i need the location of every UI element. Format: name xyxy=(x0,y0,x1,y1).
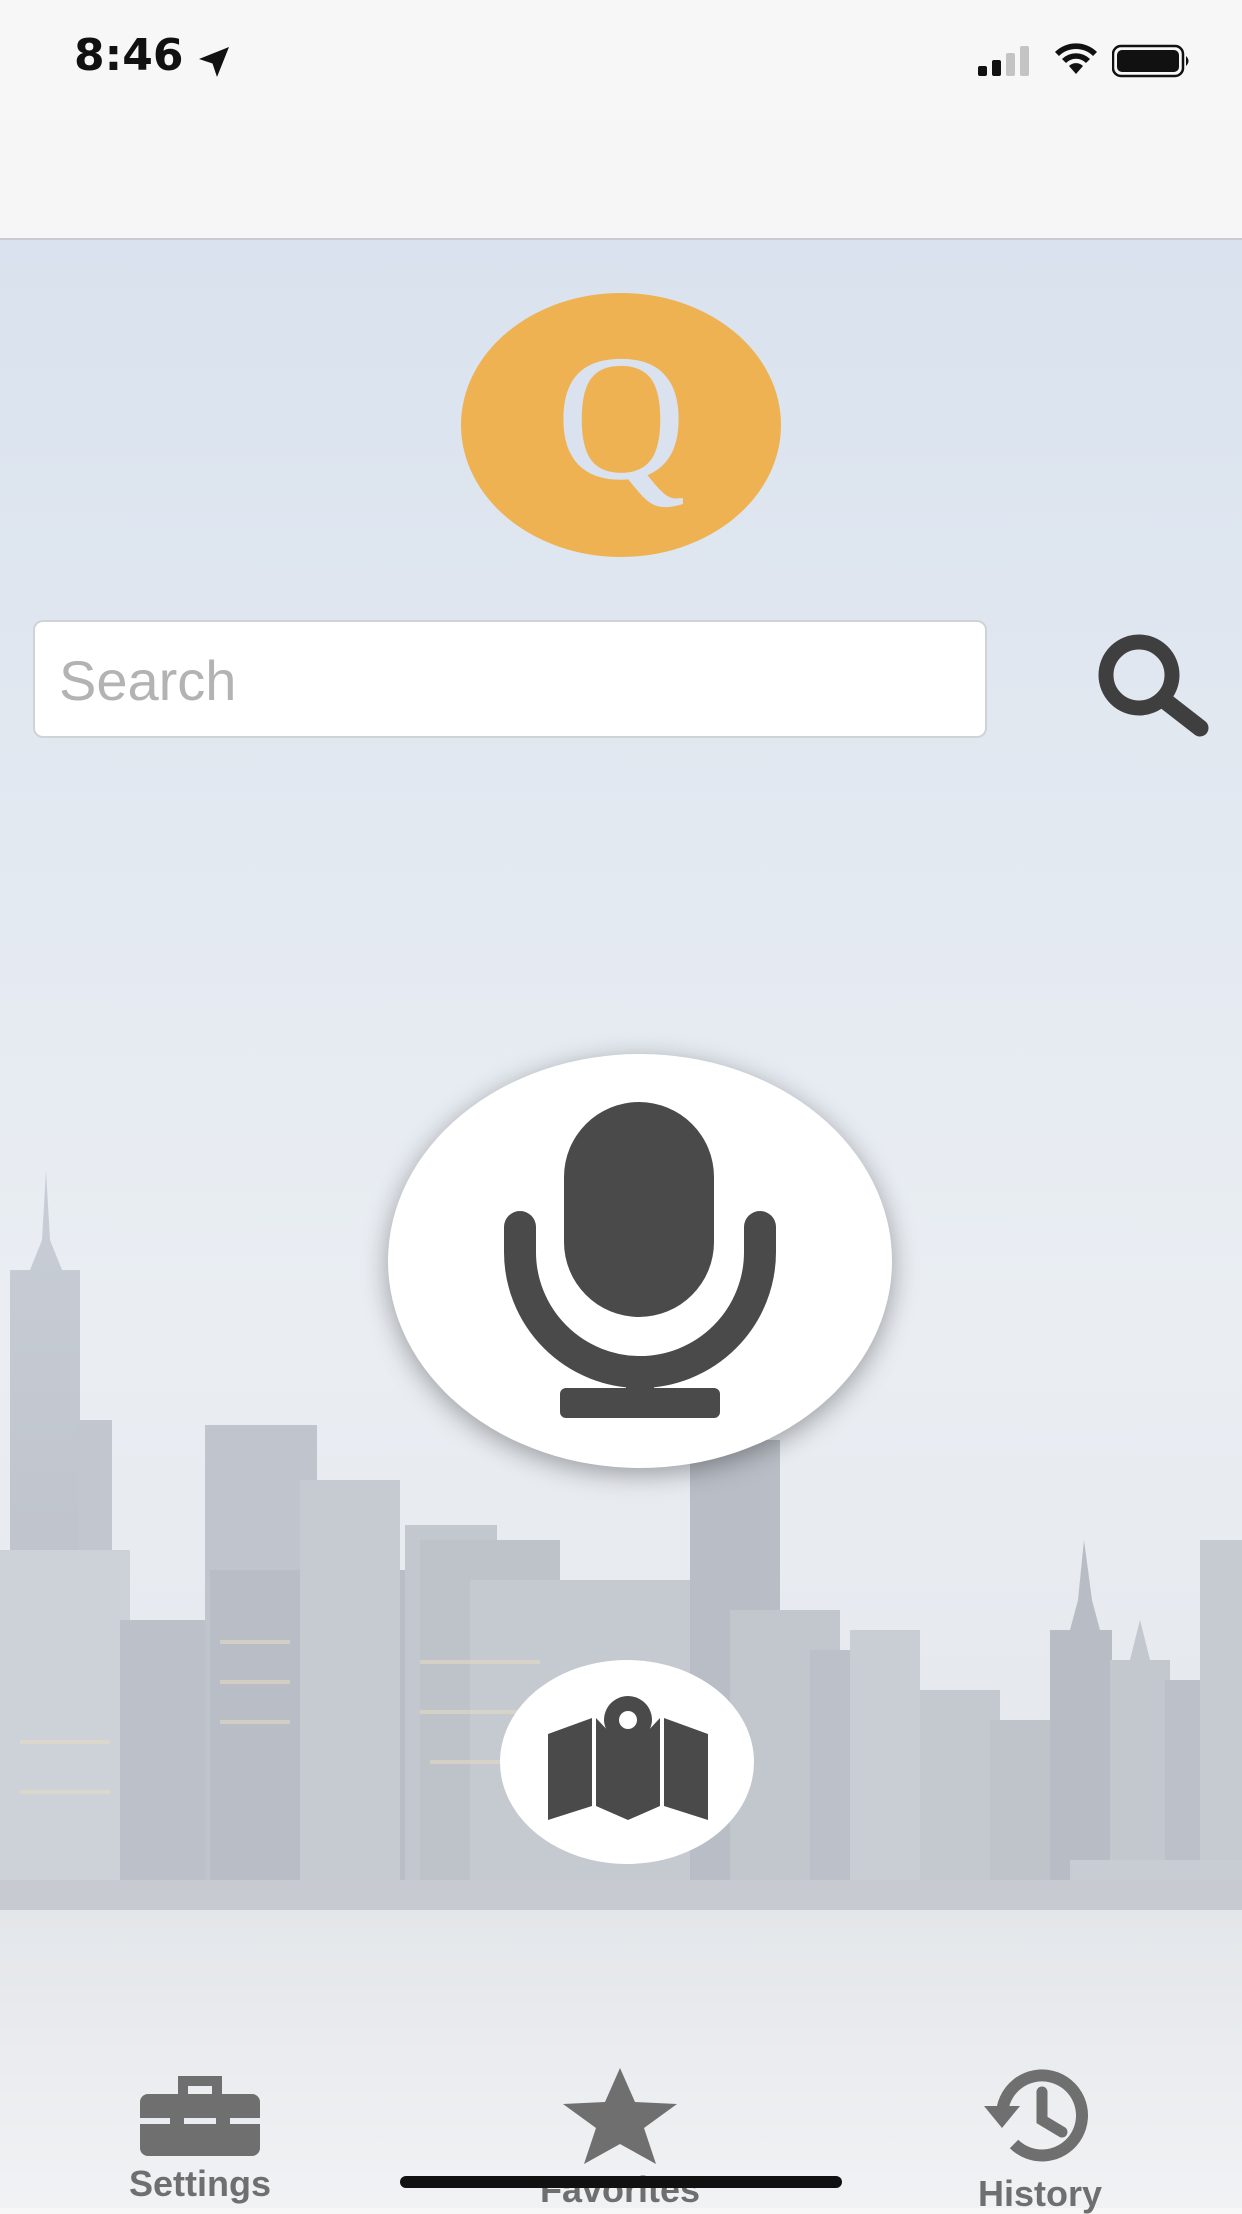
logo-letter: Q xyxy=(556,318,686,517)
tab-favorites[interactable]: Favorites xyxy=(510,2068,730,2210)
search-button[interactable] xyxy=(1084,628,1214,738)
status-time: 8:46 xyxy=(74,30,184,81)
tab-settings[interactable]: Settings xyxy=(110,2072,290,2204)
tab-history[interactable]: History xyxy=(950,2064,1130,2214)
star-icon xyxy=(563,2068,677,2164)
voice-search-button[interactable] xyxy=(388,1054,892,1468)
wifi-icon xyxy=(1055,43,1097,74)
search-field[interactable] xyxy=(33,620,987,738)
battery-icon xyxy=(1112,44,1189,78)
microphone-icon xyxy=(504,1102,776,1418)
cellular-signal-icon xyxy=(978,46,1029,76)
home-indicator[interactable] xyxy=(400,2176,842,2188)
toolbox-icon xyxy=(140,2076,260,2156)
status-bar: 8:46 xyxy=(0,0,1242,120)
navigation-bar xyxy=(0,120,1242,240)
tab-settings-label: Settings xyxy=(128,2163,271,2204)
app-logo: Q xyxy=(461,293,781,557)
location-arrow-icon xyxy=(199,47,229,77)
history-clock-icon xyxy=(984,2069,1088,2162)
search-icon xyxy=(1098,634,1209,737)
map-pin-icon xyxy=(548,1696,708,1820)
map-button[interactable] xyxy=(500,1660,754,1864)
search-input[interactable] xyxy=(57,622,961,738)
tab-history-label: History xyxy=(977,2173,1103,2214)
